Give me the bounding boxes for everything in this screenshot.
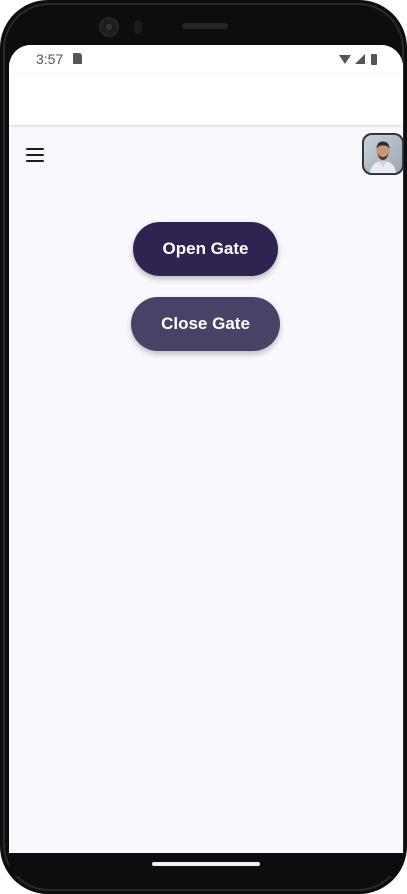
toolbar — [9, 126, 403, 182]
phone-frame: 3:57 Open Gate Close Gate — [0, 0, 407, 894]
home-indicator[interactable] — [152, 862, 260, 866]
earpiece-speaker — [182, 23, 228, 29]
front-camera — [99, 17, 119, 37]
sd-card-icon — [73, 53, 82, 64]
signal-icon — [355, 54, 365, 64]
menu-line — [26, 148, 44, 150]
hamburger-menu-icon[interactable] — [21, 142, 49, 168]
main-content: Open Gate Close Gate — [9, 182, 403, 876]
status-bar: 3:57 — [9, 45, 403, 73]
menu-line — [26, 154, 44, 156]
close-gate-button[interactable]: Close Gate — [131, 297, 280, 351]
app-bar — [9, 73, 403, 125]
avatar-image — [362, 133, 403, 175]
battery-icon — [371, 53, 377, 65]
proximity-sensor — [134, 20, 142, 34]
user-avatar[interactable] — [362, 133, 403, 175]
menu-line — [26, 160, 44, 162]
wifi-icon — [339, 54, 351, 64]
status-icons — [339, 53, 377, 65]
app-screen: 3:57 Open Gate Close Gate — [9, 45, 403, 876]
status-time: 3:57 — [36, 51, 64, 67]
open-gate-button[interactable]: Open Gate — [133, 222, 278, 276]
